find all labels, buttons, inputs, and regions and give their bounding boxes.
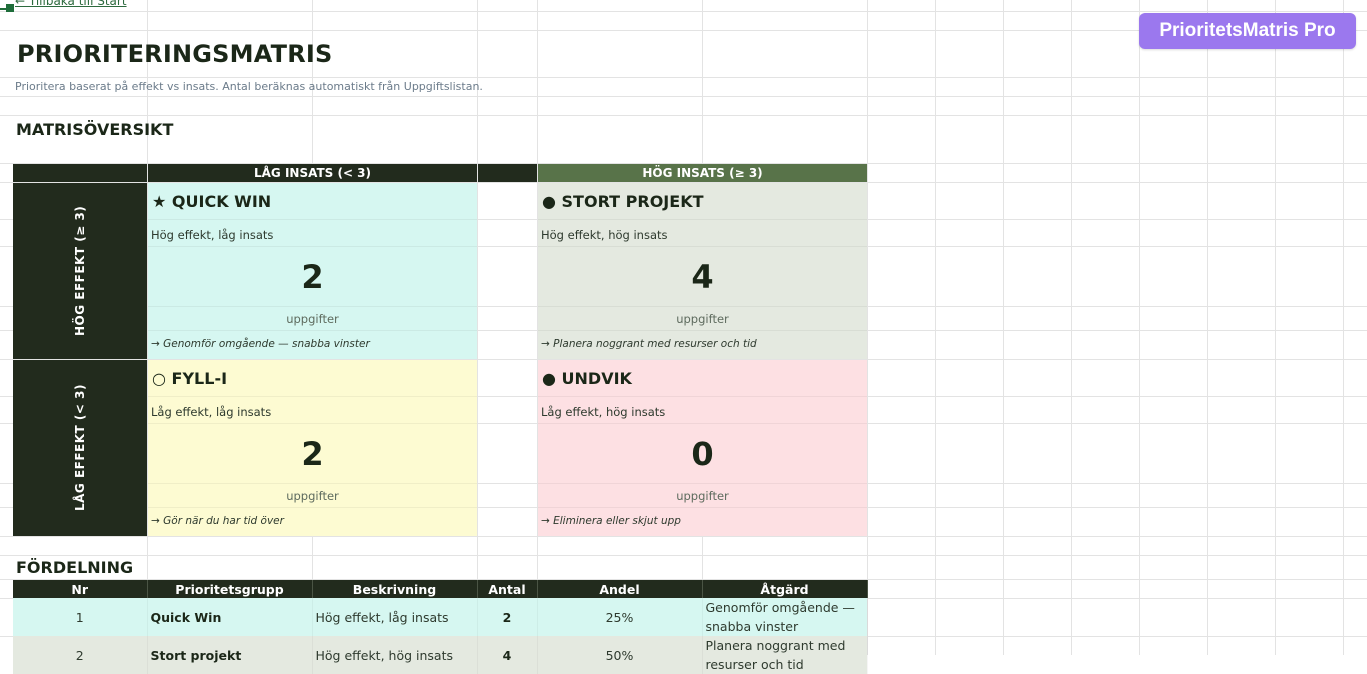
column-header: Prioritetsgrupp <box>147 580 313 598</box>
quadrant-count: 0 <box>691 435 714 473</box>
quadrant-title: ★ QUICK WIN <box>152 192 272 211</box>
quadrant-unit: uppgifter <box>676 312 729 326</box>
row-number: 1 <box>13 598 148 636</box>
row-action: Planera noggrant med resurser och tid <box>702 636 868 674</box>
quadrant-count: 2 <box>301 435 324 473</box>
column-header: Beskrivning <box>312 580 478 598</box>
table-row: 1 Quick Win Hög effekt, låg insats 2 25%… <box>13 598 868 636</box>
row-action: Genomför omgående — snabba vinster <box>702 598 868 636</box>
col-header-low-effort: LÅG INSATS (< 3) <box>148 164 477 182</box>
quadrant-unit: uppgifter <box>676 489 729 503</box>
table-row: 2 Stort projekt Hög effekt, hög insats 4… <box>13 636 868 674</box>
row-group: Quick Win <box>147 598 313 636</box>
column-header: Nr <box>13 580 148 598</box>
column-header: Åtgärd <box>702 580 868 598</box>
distribution-table: Nr Prioritetsgrupp Beskrivning Antal And… <box>13 580 868 674</box>
quadrant-count: 4 <box>691 258 714 296</box>
distribution-heading: FÖRDELNING <box>16 558 134 577</box>
column-header: Andel <box>537 580 703 598</box>
quadrant-description: Hög effekt, hög insats <box>541 228 668 242</box>
quadrant-action: → Eliminera eller skjut upp <box>541 515 681 527</box>
quadrant-description: Låg effekt, hög insats <box>541 405 666 419</box>
row-share: 50% <box>537 636 703 674</box>
row-number: 2 <box>13 636 148 674</box>
row-header-low-impact: LÅG EFFEKT (< 3) <box>13 360 147 536</box>
page-subtitle: Prioritera baserat på effekt vs insats. … <box>15 80 483 93</box>
col-header-gap <box>478 164 537 182</box>
col-header-high-effort: HÖG INSATS (≥ 3) <box>538 164 867 182</box>
quadrant-quick-win: ★ QUICK WIN Hög effekt, låg insats 2 upp… <box>148 183 477 359</box>
matrix-corner-cell <box>13 164 147 182</box>
quadrant-action: → Gör när du har tid över <box>151 515 284 527</box>
quadrant-description: Hög effekt, låg insats <box>151 228 274 242</box>
quadrant-big-project: ● STORT PROJEKT Hög effekt, hög insats 4… <box>538 183 867 359</box>
quadrant-unit: uppgifter <box>286 312 339 326</box>
column-header: Antal <box>477 580 538 598</box>
quadrant-description: Låg effekt, låg insats <box>151 405 272 419</box>
brand-badge-button[interactable]: PrioritetsMatris Pro <box>1139 13 1356 49</box>
matrix-overview-heading: MATRISÖVERSIKT <box>16 120 174 139</box>
quadrant-action: → Planera noggrant med resurser och tid <box>541 338 757 350</box>
quadrant-avoid: ● UNDVIK Låg effekt, hög insats 0 uppgif… <box>538 360 867 536</box>
quadrant-title: ○ FYLL-I <box>152 369 228 388</box>
row-count: 4 <box>477 636 538 674</box>
quadrant-title: ● UNDVIK <box>542 369 632 388</box>
quadrant-fill-in: ○ FYLL-I Låg effekt, låg insats 2 uppgif… <box>148 360 477 536</box>
row-description: Hög effekt, hög insats <box>312 636 478 674</box>
quadrant-count: 2 <box>301 258 324 296</box>
row-description: Hög effekt, låg insats <box>312 598 478 636</box>
page-title: PRIORITERINGSMATRIS <box>17 40 333 68</box>
quadrant-action: → Genomför omgående — snabba vinster <box>151 338 370 350</box>
table-header-row: Nr Prioritetsgrupp Beskrivning Antal And… <box>13 580 868 598</box>
quadrant-title: ● STORT PROJEKT <box>542 192 704 211</box>
row-group: Stort projekt <box>147 636 313 674</box>
row-count: 2 <box>477 598 538 636</box>
row-share: 25% <box>537 598 703 636</box>
back-to-start-link[interactable]: ← Tillbaka till Start <box>15 0 127 8</box>
row-header-high-impact: HÖG EFFEKT (≥ 3) <box>13 183 147 359</box>
quadrant-unit: uppgifter <box>286 489 339 503</box>
active-cell-marker-line <box>0 8 8 10</box>
